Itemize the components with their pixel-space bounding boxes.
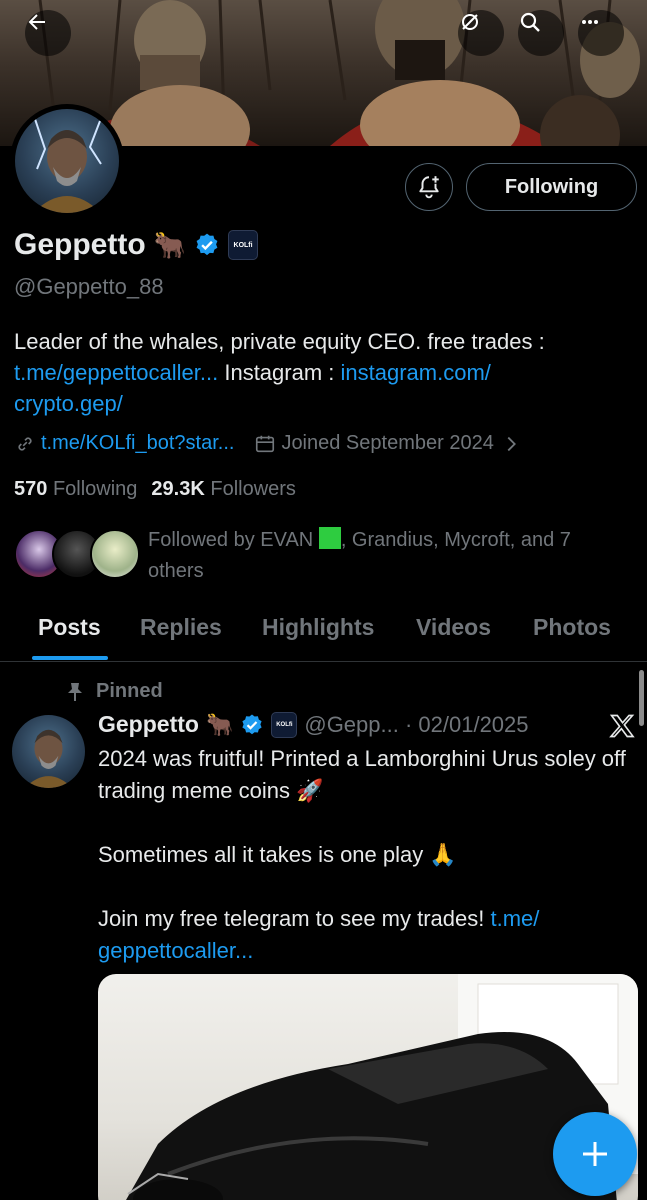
followed-by-text: Followed by EVAN , Grandius, Mycroft, an… <box>148 525 618 587</box>
grok-button[interactable] <box>458 10 504 56</box>
notifications-button[interactable] <box>405 163 453 211</box>
pinned-label: Pinned <box>96 680 163 702</box>
name-emoji: 🐂 <box>153 229 187 260</box>
tab-highlights[interactable]: Highlights <box>262 614 374 641</box>
profile-tabs: Posts Replies Highlights Videos Photos <box>0 600 647 662</box>
profile-name-row: Geppetto 🐂 KOLfi <box>14 228 259 262</box>
tab-photos[interactable]: Photos <box>533 614 611 641</box>
joined-item: Joined September 2024 <box>254 432 494 455</box>
followers-label: Followers <box>210 478 296 500</box>
joined-date: Joined September 2024 <box>281 432 494 454</box>
back-arrow-icon <box>28 14 45 30</box>
website-item[interactable]: t.me/KOLfi_bot?star... <box>14 432 234 455</box>
scrollbar[interactable] <box>639 670 644 726</box>
green-square-emoji <box>318 527 341 549</box>
search-button[interactable] <box>518 10 564 56</box>
x-logo-icon <box>609 714 635 738</box>
follower-avatar <box>90 529 140 579</box>
display-name: Geppetto <box>14 228 146 261</box>
following-button[interactable]: Following <box>466 163 637 211</box>
grok-icon <box>462 14 478 30</box>
profile-meta: t.me/KOLfi_bot?star... Joined September … <box>14 432 522 455</box>
bio-text: Instagram : <box>218 360 341 385</box>
follower-avatars <box>14 525 144 583</box>
tab-videos[interactable]: Videos <box>416 614 491 641</box>
plus-icon <box>583 1142 607 1166</box>
pin-icon <box>68 682 82 701</box>
avatar-image <box>15 109 119 213</box>
pinned-indicator: Pinned <box>66 680 163 703</box>
tab-replies[interactable]: Replies <box>140 614 222 641</box>
following-count-link[interactable]: 570 Following <box>14 478 137 501</box>
post-author-name[interactable]: Geppetto <box>98 711 199 738</box>
verified-badge-icon <box>242 714 262 734</box>
following-label: Following <box>52 478 138 500</box>
affiliate-badge[interactable]: KOLfi <box>228 230 259 260</box>
profile-bio: Leader of the whales, private equity CEO… <box>14 326 634 419</box>
post-line-text: Join my free telegram to see my trades! <box>98 906 491 931</box>
more-button[interactable] <box>578 10 624 56</box>
following-count: 570 <box>14 478 48 500</box>
post-affiliate-badge: KOLfi <box>271 711 298 738</box>
link-icon <box>18 436 32 451</box>
calendar-icon <box>256 435 275 452</box>
compose-button[interactable] <box>553 1112 637 1196</box>
back-button[interactable] <box>25 10 71 56</box>
post-author-emoji: 🐂 <box>205 711 234 737</box>
followers-count: 29.3K <box>151 478 205 500</box>
chevron-right-icon[interactable] <box>500 433 522 455</box>
post-header: Geppetto 🐂 KOLfi @Gepp... · 02/01/2025 <box>98 711 529 738</box>
profile-handle: @Geppetto_88 <box>14 274 164 299</box>
search-icon <box>520 12 540 32</box>
post-line: 2024 was fruitful! Printed a Lamborghini… <box>98 746 626 803</box>
website-link[interactable]: t.me/KOLfi_bot?star... <box>41 432 234 455</box>
verified-badge-icon[interactable] <box>194 232 220 258</box>
profile-avatar[interactable] <box>10 104 124 218</box>
post-handle-date: @Gepp... · 02/01/2025 <box>304 711 529 737</box>
followed-by-prefix: Followed by EVAN <box>148 529 319 551</box>
followed-by[interactable]: Followed by EVAN , Grandius, Mycroft, an… <box>14 525 618 587</box>
post-line: Sometimes all it takes is one play 🙏 <box>98 842 457 867</box>
bell-plus-icon <box>419 176 439 199</box>
bio-instagram-link[interactable]: instagram.com/ <box>341 360 491 385</box>
post-text: 2024 was fruitful! Printed a Lamborghini… <box>98 743 628 999</box>
bio-telegram-link[interactable]: t.me/geppettocaller... <box>14 360 218 385</box>
follow-counts: 570 Following 29.3K Followers <box>14 478 296 501</box>
active-tab-indicator <box>32 656 108 660</box>
bio-text: Leader of the whales, private equity CEO… <box>14 329 545 354</box>
bio-instagram-link-cont[interactable]: crypto.gep/ <box>14 391 123 416</box>
followers-count-link[interactable]: 29.3K Followers <box>151 478 296 501</box>
post-author-avatar[interactable] <box>12 715 85 788</box>
more-icon <box>582 20 598 24</box>
post-line: Join my free telegram to see my trades! … <box>98 903 628 967</box>
tab-posts[interactable]: Posts <box>38 614 101 641</box>
